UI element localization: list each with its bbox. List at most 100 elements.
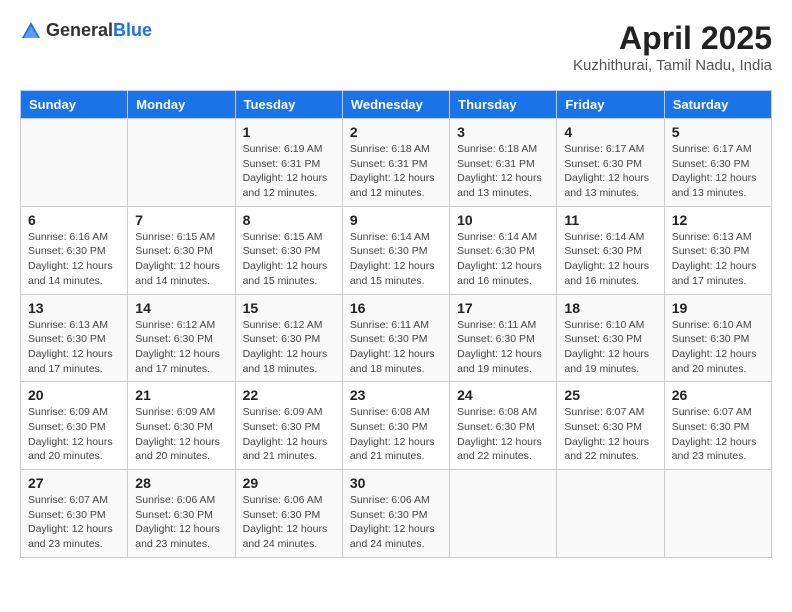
day-number: 8 — [243, 212, 335, 228]
day-number: 16 — [350, 300, 442, 316]
column-header-friday: Friday — [557, 91, 664, 119]
calendar-cell: 13 Sunrise: 6:13 AMSunset: 6:30 PMDayligh… — [21, 294, 128, 382]
calendar-cell: 29Sunrise: 6:06 AMSunset: 6:30 PMDayligh… — [235, 470, 342, 558]
calendar-week-row: 27 Sunrise: 6:07 AMSunset: 6:30 PMDayligh… — [21, 470, 772, 558]
calendar-cell: 9 Sunrise: 6:14 AMSunset: 6:30 PMDaylight… — [342, 206, 449, 294]
day-info: Sunrise: 6:15 AMSunset: 6:30 PMDaylight:… — [243, 230, 335, 289]
day-info: Sunrise: 6:09 AMSunset: 6:30 PMDaylight:… — [243, 405, 335, 464]
calendar-table: SundayMondayTuesdayWednesdayThursdayFrid… — [20, 90, 772, 558]
calendar-cell: 28 Sunrise: 6:06 AMSunset: 6:30 PMDayligh… — [128, 470, 235, 558]
day-info: Sunrise: 6:06 AMSunset: 6:30 PMDaylight:… — [135, 493, 227, 552]
day-info: Sunrise: 6:17 AMSunset: 6:30 PMDaylight:… — [564, 142, 656, 201]
day-number: 22 — [243, 387, 335, 403]
calendar-title: April 2025 — [573, 20, 772, 57]
calendar-week-row: 13 Sunrise: 6:13 AMSunset: 6:30 PMDayligh… — [21, 294, 772, 382]
day-info: Sunrise: 6:07 AMSunset: 6:30 PMDaylight:… — [564, 405, 656, 464]
day-info: Sunrise: 6:08 AMSunset: 6:30 PMDaylight:… — [457, 405, 549, 464]
page-header: General Blue April 2025 Kuzhithurai, Tam… — [20, 20, 772, 74]
day-info: Sunrise: 6:07 AMSunset: 6:30 PMDaylight:… — [28, 493, 120, 552]
calendar-cell: 17Sunrise: 6:11 AMSunset: 6:30 PMDayligh… — [450, 294, 557, 382]
day-info: Sunrise: 6:14 AMSunset: 6:30 PMDaylight:… — [350, 230, 442, 289]
day-number: 20 — [28, 387, 120, 403]
calendar-cell: 5 Sunrise: 6:17 AMSunset: 6:30 PMDaylight… — [664, 119, 771, 207]
day-info: Sunrise: 6:15 AMSunset: 6:30 PMDaylight:… — [135, 230, 227, 289]
day-number: 23 — [350, 387, 442, 403]
day-number: 1 — [243, 124, 335, 140]
day-info: Sunrise: 6:11 AMSunset: 6:30 PMDaylight:… — [350, 318, 442, 377]
day-info: Sunrise: 6:18 AMSunset: 6:31 PMDaylight:… — [457, 142, 549, 201]
day-number: 15 — [243, 300, 335, 316]
calendar-week-row: 1 Sunrise: 6:19 AMSunset: 6:31 PMDaylight… — [21, 119, 772, 207]
calendar-cell: 27 Sunrise: 6:07 AMSunset: 6:30 PMDayligh… — [21, 470, 128, 558]
calendar-cell — [664, 470, 771, 558]
calendar-week-row: 20 Sunrise: 6:09 AMSunset: 6:30 PMDayligh… — [21, 382, 772, 470]
day-info: Sunrise: 6:17 AMSunset: 6:30 PMDaylight:… — [672, 142, 764, 201]
calendar-cell: 20Sunrise: 6:09 AMSunset: 6:30 PMDayligh… — [21, 382, 128, 470]
day-info: Sunrise: 6:06 AMSunset: 6:30 PMDaylight:… — [350, 493, 442, 552]
calendar-cell: 19 Sunrise: 6:10 AMSunset: 6:30 PMDayligh… — [664, 294, 771, 382]
day-number: 19 — [672, 300, 764, 316]
day-number: 21 — [135, 387, 227, 403]
day-info: Sunrise: 6:14 AMSunset: 6:30 PMDaylight:… — [564, 230, 656, 289]
logo-general: General — [46, 21, 113, 41]
calendar-header-row: SundayMondayTuesdayWednesdayThursdayFrid… — [21, 91, 772, 119]
day-info: Sunrise: 6:12 AMSunset: 6:30 PMDaylight:… — [243, 318, 335, 377]
calendar-cell — [450, 470, 557, 558]
column-header-monday: Monday — [128, 91, 235, 119]
day-info: Sunrise: 6:08 AMSunset: 6:30 PMDaylight:… — [350, 405, 442, 464]
calendar-cell: 15 Sunrise: 6:12 AMSunset: 6:30 PMDayligh… — [235, 294, 342, 382]
day-number: 12 — [672, 212, 764, 228]
day-number: 7 — [135, 212, 227, 228]
day-info: Sunrise: 6:16 AMSunset: 6:30 PMDaylight:… — [28, 230, 120, 289]
calendar-cell: 1 Sunrise: 6:19 AMSunset: 6:31 PMDaylight… — [235, 119, 342, 207]
day-number: 14 — [135, 300, 227, 316]
day-number: 3 — [457, 124, 549, 140]
calendar-cell: 14Sunrise: 6:12 AMSunset: 6:30 PMDayligh… — [128, 294, 235, 382]
title-block: April 2025 Kuzhithurai, Tamil Nadu, Indi… — [573, 20, 772, 74]
logo: General Blue — [20, 20, 152, 42]
logo-text: General Blue — [46, 21, 152, 41]
day-info: Sunrise: 6:10 AMSunset: 6:30 PMDaylight:… — [672, 318, 764, 377]
day-number: 17 — [457, 300, 549, 316]
calendar-cell: 26 Sunrise: 6:07 AMSunset: 6:30 PMDayligh… — [664, 382, 771, 470]
calendar-cell: 16 Sunrise: 6:11 AMSunset: 6:30 PMDayligh… — [342, 294, 449, 382]
logo-blue: Blue — [113, 21, 152, 41]
day-info: Sunrise: 6:13 AMSunset: 6:30 PMDaylight:… — [28, 318, 120, 377]
day-number: 10 — [457, 212, 549, 228]
calendar-cell: 4 Sunrise: 6:17 AMSunset: 6:30 PMDaylight… — [557, 119, 664, 207]
day-number: 2 — [350, 124, 442, 140]
calendar-cell: 10 Sunrise: 6:14 AMSunset: 6:30 PMDayligh… — [450, 206, 557, 294]
column-header-wednesday: Wednesday — [342, 91, 449, 119]
calendar-cell: 22 Sunrise: 6:09 AMSunset: 6:30 PMDayligh… — [235, 382, 342, 470]
calendar-cell: 12 Sunrise: 6:13 AMSunset: 6:30 PMDayligh… — [664, 206, 771, 294]
calendar-cell: 25 Sunrise: 6:07 AMSunset: 6:30 PMDayligh… — [557, 382, 664, 470]
column-header-saturday: Saturday — [664, 91, 771, 119]
column-header-thursday: Thursday — [450, 91, 557, 119]
day-number: 13 — [28, 300, 120, 316]
column-header-sunday: Sunday — [21, 91, 128, 119]
day-info: Sunrise: 6:19 AMSunset: 6:31 PMDaylight:… — [243, 142, 335, 201]
day-number: 27 — [28, 475, 120, 491]
day-info: Sunrise: 6:13 AMSunset: 6:30 PMDaylight:… — [672, 230, 764, 289]
day-number: 5 — [672, 124, 764, 140]
day-number: 25 — [564, 387, 656, 403]
day-number: 28 — [135, 475, 227, 491]
day-info: Sunrise: 6:06 AMSunset: 6:30 PMDaylight:… — [243, 493, 335, 552]
calendar-cell: 21 Sunrise: 6:09 AMSunset: 6:30 PMDayligh… — [128, 382, 235, 470]
calendar-cell: 2 Sunrise: 6:18 AMSunset: 6:31 PMDaylight… — [342, 119, 449, 207]
day-number: 4 — [564, 124, 656, 140]
day-number: 26 — [672, 387, 764, 403]
calendar-cell — [21, 119, 128, 207]
day-info: Sunrise: 6:14 AMSunset: 6:30 PMDaylight:… — [457, 230, 549, 289]
day-info: Sunrise: 6:18 AMSunset: 6:31 PMDaylight:… — [350, 142, 442, 201]
day-info: Sunrise: 6:09 AMSunset: 6:30 PMDaylight:… — [135, 405, 227, 464]
day-number: 30 — [350, 475, 442, 491]
column-header-tuesday: Tuesday — [235, 91, 342, 119]
day-number: 9 — [350, 212, 442, 228]
calendar-week-row: 6Sunrise: 6:16 AMSunset: 6:30 PMDaylight… — [21, 206, 772, 294]
calendar-subtitle: Kuzhithurai, Tamil Nadu, India — [573, 57, 772, 74]
day-info: Sunrise: 6:07 AMSunset: 6:30 PMDaylight:… — [672, 405, 764, 464]
calendar-cell: 30 Sunrise: 6:06 AMSunset: 6:30 PMDayligh… — [342, 470, 449, 558]
calendar-cell: 8 Sunrise: 6:15 AMSunset: 6:30 PMDaylight… — [235, 206, 342, 294]
calendar-cell — [557, 470, 664, 558]
